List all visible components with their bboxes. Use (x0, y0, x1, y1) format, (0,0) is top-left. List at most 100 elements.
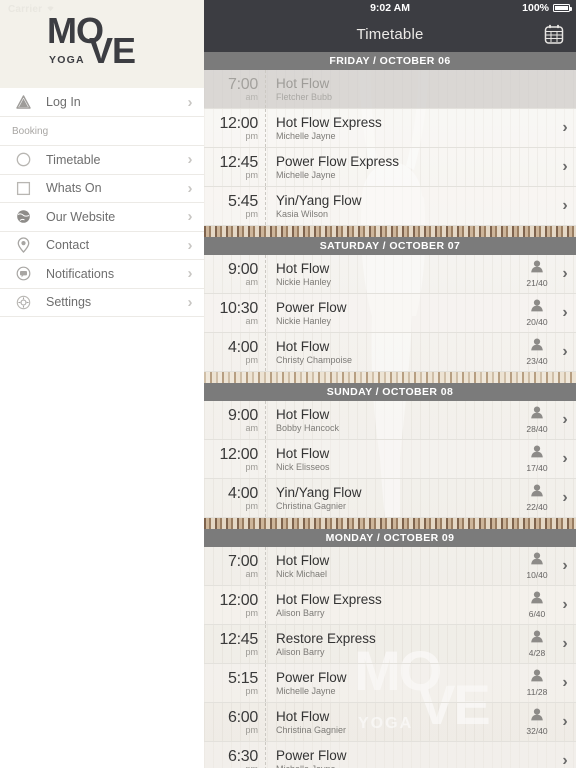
class-row[interactable]: 12:00 pm Hot Flow Nick Elisseos 17/40 › (204, 440, 576, 479)
class-name: Hot Flow (276, 338, 330, 354)
class-capacity-count: 6/40 (528, 609, 546, 619)
sidebar-item-contact[interactable]: Contact › (0, 231, 204, 260)
sidebar-item-contact-label: Contact (46, 238, 90, 253)
chevron-right-icon: › (187, 265, 193, 283)
wood-floor-divider (204, 372, 576, 383)
person-icon (530, 406, 544, 424)
class-capacity: 23/40 (520, 333, 554, 371)
class-row[interactable]: 6:00 pm Hot Flow Christina Gagnier 32/40 › (204, 703, 576, 742)
class-capacity: 4/28 (520, 625, 554, 663)
class-capacity: 21/40 (520, 255, 554, 293)
circle-icon (0, 152, 46, 167)
chevron-right-icon: › (187, 151, 193, 169)
sidebar-item-settings[interactable]: Settings › (0, 288, 204, 317)
class-capacity-count: 28/40 (526, 424, 548, 434)
logo-text-sub: YOGA (49, 54, 85, 66)
class-info: Hot Flow Bobby Hancock (266, 401, 520, 439)
class-name: Power Flow (276, 747, 347, 763)
navigation-bar: Timetable (204, 16, 576, 52)
class-teacher: Nickie Hanley (276, 276, 332, 287)
class-row[interactable]: 4:00 pm Hot Flow Christy Champoise 23/40 › (204, 333, 576, 372)
class-row[interactable]: 7:00 am Hot Flow Nick Michael 10/40 › (204, 547, 576, 586)
class-name: Yin/Yang Flow (276, 192, 362, 208)
sidebar-item-login-label: Log In (46, 95, 81, 109)
carrier-label: Carrier (8, 3, 43, 15)
class-capacity: 32/40 (520, 703, 554, 741)
warning-triangle-icon (0, 95, 46, 109)
class-time-meridiem: pm (245, 607, 258, 618)
sidebar-item-whats-on[interactable]: Whats On › (0, 174, 204, 203)
class-time-hour: 9:00 (228, 406, 258, 424)
sidebar-item-whats-on-label: Whats On (46, 181, 102, 196)
sidebar-item-notifications[interactable]: Notifications › (0, 260, 204, 289)
timetable-list[interactable]: FRIDAY / OCTOBER 06 7:00 am Hot Flow Fletche… (204, 52, 576, 768)
class-row[interactable]: 12:00 pm Hot Flow Express Michelle Jayne › (204, 109, 576, 148)
sidebar-item-our-website[interactable]: Our Website › (0, 203, 204, 232)
class-capacity-count: 11/28 (526, 687, 548, 697)
class-name: Hot Flow (276, 552, 330, 568)
class-capacity: 10/40 (520, 547, 554, 585)
class-info: Power Flow Nickie Hanley (266, 294, 520, 332)
class-time-meridiem: am (245, 315, 258, 326)
class-row[interactable]: 12:45 pm Power Flow Express Michelle Jayne › (204, 148, 576, 187)
class-row[interactable]: 12:45 pm Restore Express Alison Barry 4/28 › (204, 625, 576, 664)
class-time-hour: 12:00 (219, 445, 258, 463)
class-capacity (520, 187, 554, 225)
class-teacher: Alison Barry (276, 607, 325, 618)
class-time: 12:00 pm (204, 440, 266, 478)
class-name: Hot Flow (276, 708, 330, 724)
person-icon (530, 260, 544, 278)
class-row[interactable]: 6:30pmPower FlowMichelle Jayne› (204, 742, 576, 768)
class-row[interactable]: 7:00 am Hot Flow Fletcher Bubb (204, 70, 576, 109)
class-time-meridiem: pm (245, 169, 258, 180)
class-time-hour: 7:00 (228, 75, 258, 93)
class-capacity (520, 109, 554, 147)
class-teacher: Nickie Hanley (276, 315, 332, 326)
class-time-hour: 6:30 (228, 747, 258, 765)
class-time-hour: 12:45 (219, 630, 258, 648)
class-info: Restore Express Alison Barry (266, 625, 520, 663)
calendar-icon[interactable] (542, 22, 566, 46)
globe-icon (0, 209, 46, 224)
class-time-hour: 6:00 (228, 708, 258, 726)
class-time-meridiem: pm (245, 208, 258, 219)
status-time: 9:02 AM (370, 2, 410, 14)
class-info: Power FlowMichelle Jayne (266, 664, 520, 702)
class-row[interactable]: 9:00 am Hot Flow Bobby Hancock 28/40 › (204, 401, 576, 440)
page-title: Timetable (356, 25, 424, 43)
class-capacity-count: 17/40 (526, 463, 548, 473)
class-teacher: Kasia Wilson (276, 208, 329, 219)
class-row[interactable]: 4:00 pm Yin/Yang Flow Christina Gagnier 22/4… (204, 479, 576, 518)
class-row[interactable]: 10:30 am Power Flow Nickie Hanley 20/40 › (204, 294, 576, 333)
chevron-right-icon: › (187, 208, 193, 226)
day-header: SATURDAY / OCTOBER 07 (204, 237, 576, 255)
class-row[interactable]: 12:00 pm Hot Flow Express Alison Barry 6/40 › (204, 586, 576, 625)
map-pin-icon (0, 237, 46, 254)
class-row[interactable]: 9:00 am Hot Flow Nickie Hanley 21/40 › (204, 255, 576, 294)
class-row[interactable]: 5:45 pm Yin/Yang Flow Kasia Wilson › (204, 187, 576, 226)
sidebar-item-login[interactable]: Log In › (0, 88, 204, 117)
logo-text-bottom: VE (89, 30, 136, 71)
speech-bubble-icon (0, 266, 46, 281)
class-capacity (520, 148, 554, 186)
chevron-right-icon: › (562, 674, 568, 691)
class-row[interactable]: 5:15 pm Power Flow Michelle Jayne 11/28 › (204, 664, 576, 703)
class-time-hour: 12:00 (219, 114, 258, 132)
chevron-right-icon: › (187, 293, 193, 311)
sidebar-item-timetable[interactable]: Timetable › (0, 146, 204, 175)
class-time-hour: 5:15 (228, 669, 258, 687)
class-info: Hot Flow Christy Champoise (266, 333, 520, 371)
chevron-right-icon: › (562, 343, 568, 360)
class-name: Power Flow (276, 299, 347, 315)
class-info: Yin/Yang Flow Christina Gagnier (266, 479, 520, 517)
class-teacher: Alison Barry (276, 646, 325, 657)
class-time-meridiem: am (245, 568, 258, 579)
class-time: 5:45 pm (204, 187, 266, 225)
sidebar-item-timetable-label: Timetable (46, 152, 101, 167)
class-time-meridiem: pm (245, 461, 258, 472)
chevron-right-icon: › (562, 197, 568, 214)
class-time: 5:15 pm (204, 664, 266, 702)
class-time-hour: 5:45 (228, 192, 258, 210)
class-info: Hot Flow Christina Gagnier (266, 703, 520, 741)
app-root: Carrier MO VE YOGA Log In › Booking Time… (0, 0, 576, 768)
